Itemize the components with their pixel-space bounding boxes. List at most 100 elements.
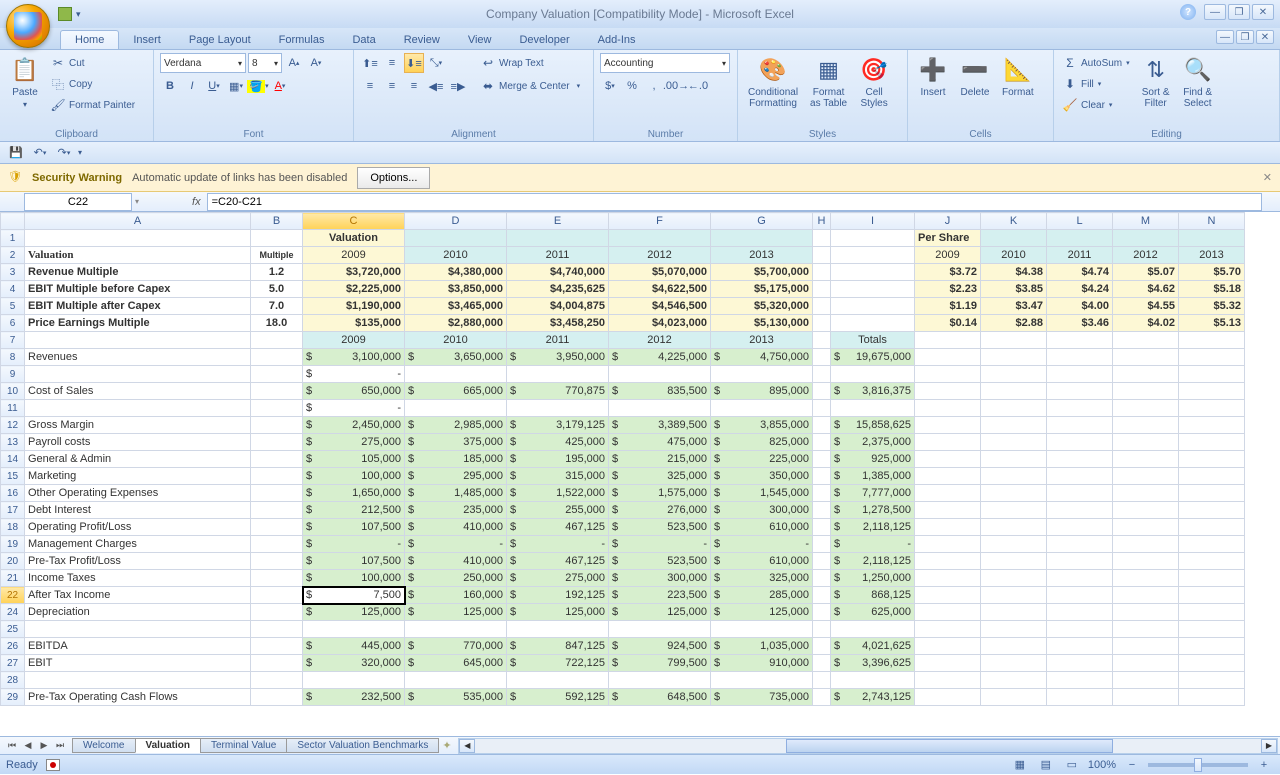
format-painter-button[interactable]: 🖌Format Painter [48, 95, 138, 115]
grow-font-button[interactable]: A▴ [284, 53, 304, 73]
page-break-view-button[interactable]: ▭ [1062, 755, 1082, 775]
row-header-20[interactable]: 20 [1, 553, 25, 570]
column-header-B[interactable]: B [251, 213, 303, 230]
format-as-table-button[interactable]: ▦Format as Table [806, 53, 851, 141]
scroll-right-button[interactable]: ▶ [1261, 739, 1277, 753]
merge-center-button[interactable]: ⬌Merge & Center▾ [478, 76, 583, 96]
macro-record-icon[interactable] [46, 759, 60, 771]
zoom-slider[interactable] [1148, 763, 1248, 767]
sheet-tab-terminal-value[interactable]: Terminal Value [200, 738, 287, 753]
decrease-indent-button[interactable]: ◀≡ [426, 76, 446, 96]
column-header-I[interactable]: I [831, 213, 915, 230]
workbook-close-button[interactable]: ✕ [1256, 30, 1274, 44]
scroll-thumb[interactable] [786, 739, 1113, 753]
align-left-button[interactable]: ≡ [360, 76, 380, 96]
column-header-D[interactable]: D [405, 213, 507, 230]
align-top-button[interactable]: ⬆≡ [360, 53, 380, 73]
row-header-5[interactable]: 5 [1, 298, 25, 315]
row-header-9[interactable]: 9 [1, 366, 25, 383]
office-button[interactable] [6, 4, 50, 48]
shrink-font-button[interactable]: A▾ [306, 53, 326, 73]
fill-button[interactable]: ⬇Fill▾ [1060, 74, 1133, 94]
paste-button[interactable]: 📋 Paste ▾ [6, 53, 44, 141]
tab-home[interactable]: Home [60, 30, 119, 49]
undo-button[interactable]: ↶▾ [30, 143, 50, 163]
row-header-12[interactable]: 12 [1, 417, 25, 434]
save-button[interactable]: 💾 [6, 143, 26, 163]
cut-button[interactable]: ✂Cut [48, 53, 138, 73]
tab-formulas[interactable]: Formulas [265, 31, 339, 49]
clear-button[interactable]: 🧹Clear▾ [1060, 95, 1133, 115]
row-header-3[interactable]: 3 [1, 264, 25, 281]
row-header-29[interactable]: 29 [1, 689, 25, 706]
sheet-tab-sector-valuation-benchmarks[interactable]: Sector Valuation Benchmarks [286, 738, 439, 753]
normal-view-button[interactable]: ▦ [1010, 755, 1030, 775]
security-options-button[interactable]: Options... [357, 167, 430, 189]
align-bottom-button[interactable]: ⬇≡ [404, 53, 424, 73]
italic-button[interactable]: I [182, 76, 202, 96]
align-middle-button[interactable]: ≡ [382, 53, 402, 73]
restore-button[interactable]: ❐ [1228, 4, 1250, 20]
sheet-tab-valuation[interactable]: Valuation [135, 738, 201, 753]
underline-button[interactable]: U▾ [204, 76, 224, 96]
redo-button[interactable]: ↷▾ [54, 143, 74, 163]
column-header-J[interactable]: J [915, 213, 981, 230]
select-all-corner[interactable] [1, 213, 25, 230]
row-header-14[interactable]: 14 [1, 451, 25, 468]
font-name-combo[interactable]: Verdana▾ [160, 53, 246, 73]
row-header-16[interactable]: 16 [1, 485, 25, 502]
zoom-out-button[interactable]: − [1122, 755, 1142, 775]
tab-insert[interactable]: Insert [119, 31, 175, 49]
copy-button[interactable]: ⿻Copy [48, 74, 138, 94]
increase-indent-button[interactable]: ≡▶ [448, 76, 468, 96]
workbook-minimize-button[interactable]: — [1216, 30, 1234, 44]
column-header-F[interactable]: F [609, 213, 711, 230]
increase-decimal-button[interactable]: .00→ [666, 76, 686, 96]
font-size-combo[interactable]: 8▾ [248, 53, 282, 73]
font-color-button[interactable]: A▾ [270, 76, 290, 96]
orientation-button[interactable]: ⤡▾ [426, 53, 446, 73]
align-right-button[interactable]: ≡ [404, 76, 424, 96]
formula-input[interactable] [207, 193, 1262, 211]
close-button[interactable]: ✕ [1252, 4, 1274, 20]
row-header-4[interactable]: 4 [1, 281, 25, 298]
tab-view[interactable]: View [454, 31, 506, 49]
first-sheet-button[interactable]: ⏮ [4, 738, 20, 754]
scroll-left-button[interactable]: ◀ [459, 739, 475, 753]
column-header-N[interactable]: N [1179, 213, 1245, 230]
find-select-button[interactable]: 🔍Find & Select [1179, 53, 1217, 141]
new-sheet-button[interactable]: ✦ [438, 739, 456, 752]
row-header-18[interactable]: 18 [1, 519, 25, 536]
row-header-8[interactable]: 8 [1, 349, 25, 366]
page-layout-view-button[interactable]: ▤ [1036, 755, 1056, 775]
row-header-25[interactable]: 25 [1, 621, 25, 638]
fx-icon[interactable]: fx [186, 196, 207, 208]
sort-filter-button[interactable]: ⇅Sort & Filter [1137, 53, 1175, 141]
help-icon[interactable]: ? [1180, 4, 1196, 20]
format-cells-button[interactable]: 📐Format [998, 53, 1038, 141]
column-header-M[interactable]: M [1113, 213, 1179, 230]
border-button[interactable]: ▦▾ [226, 76, 246, 96]
workbook-restore-button[interactable]: ❐ [1236, 30, 1254, 44]
column-header-H[interactable]: H [813, 213, 831, 230]
name-box[interactable] [24, 193, 132, 211]
row-header-6[interactable]: 6 [1, 315, 25, 332]
row-header-19[interactable]: 19 [1, 536, 25, 553]
row-header-13[interactable]: 13 [1, 434, 25, 451]
percent-button[interactable]: % [622, 76, 642, 96]
align-center-button[interactable]: ≡ [382, 76, 402, 96]
wrap-text-button[interactable]: ↩Wrap Text [478, 53, 583, 73]
tab-page-layout[interactable]: Page Layout [175, 31, 265, 49]
number-format-combo[interactable]: Accounting▾ [600, 53, 730, 73]
zoom-in-button[interactable]: + [1254, 755, 1274, 775]
zoom-level[interactable]: 100% [1088, 759, 1116, 771]
row-header-17[interactable]: 17 [1, 502, 25, 519]
row-header-27[interactable]: 27 [1, 655, 25, 672]
row-header-28[interactable]: 28 [1, 672, 25, 689]
delete-cells-button[interactable]: ➖Delete [956, 53, 994, 141]
row-header-7[interactable]: 7 [1, 332, 25, 349]
qat-customize-icon[interactable]: ▾ [78, 148, 82, 157]
column-header-C[interactable]: C [303, 213, 405, 230]
minimize-button[interactable]: — [1204, 4, 1226, 20]
insert-cells-button[interactable]: ➕Insert [914, 53, 952, 141]
